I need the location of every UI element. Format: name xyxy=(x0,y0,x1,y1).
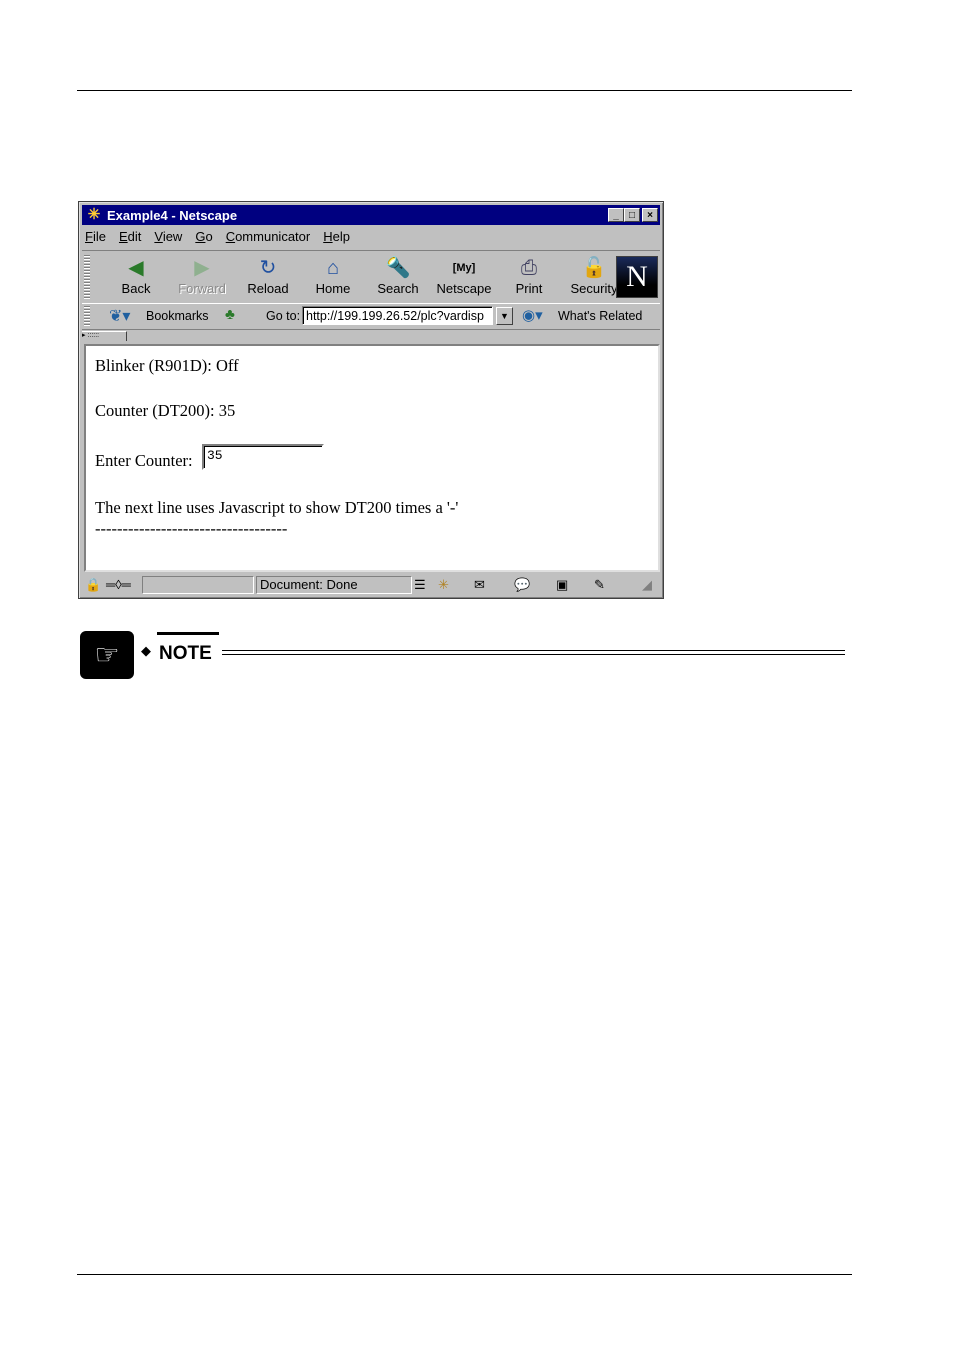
home-label: Home xyxy=(315,281,351,296)
diamond-icon: ◆ xyxy=(141,643,151,658)
discussions-icon[interactable]: 💬 xyxy=(514,576,530,594)
back-label: Back xyxy=(121,281,151,296)
forward-arrow-icon: ▶ xyxy=(194,257,210,279)
page-proxy-icon[interactable]: ♣ xyxy=(225,306,235,323)
mail-icon[interactable]: ✉ xyxy=(474,576,485,594)
my-netscape-button[interactable]: [My] Netscape xyxy=(432,255,496,301)
toolbar-grip[interactable] xyxy=(84,255,90,299)
search-label: Search xyxy=(377,281,419,296)
url-dropdown-button[interactable]: ▼ xyxy=(496,307,513,325)
collapsed-toolbar-tab[interactable]: ▸ :::::: xyxy=(82,331,127,341)
reload-button[interactable]: ↻ Reload xyxy=(236,255,300,301)
close-button[interactable]: × xyxy=(642,208,658,222)
menu-communicator[interactable]: Communicator xyxy=(226,229,311,247)
whats-related-icon[interactable]: ◉▾ xyxy=(522,306,543,324)
bookmarks-icon[interactable]: ❦▾ xyxy=(109,306,130,326)
menu-edit[interactable]: Edit xyxy=(119,229,141,247)
page-header-rule xyxy=(77,90,852,91)
enter-counter-label: Enter Counter: xyxy=(95,451,193,470)
composer-icon[interactable]: ▣ xyxy=(556,576,568,594)
menu-file[interactable]: File xyxy=(85,229,106,247)
menu-bar: File Edit View Go Communicator Help xyxy=(85,229,363,247)
counter-input[interactable]: 35 xyxy=(202,444,324,470)
status-separator-icon: ☰ xyxy=(414,577,426,592)
blinker-status: Blinker (R901D): Off xyxy=(95,356,239,375)
forward-button[interactable]: ▶ Forward xyxy=(170,255,234,301)
back-arrow-icon: ◀ xyxy=(128,257,144,279)
print-button[interactable]: ⎙ Print xyxy=(497,255,561,301)
note-rule xyxy=(222,650,845,651)
home-button[interactable]: ⌂ Home xyxy=(301,255,365,301)
title-bar: ✳ Example4 - Netscape _ □ × xyxy=(82,205,660,225)
menu-go[interactable]: Go xyxy=(195,229,212,247)
netscape-label: Netscape xyxy=(436,281,492,296)
search-button[interactable]: 🔦 Search xyxy=(366,255,430,301)
menu-help[interactable]: Help xyxy=(323,229,350,247)
my-netscape-icon: [My] xyxy=(452,262,476,274)
print-label: Print xyxy=(515,281,543,296)
navigation-toolbar: ◀ Back ▶ Forward ↻ Reload ⌂ Home 🔦 Searc… xyxy=(82,250,660,304)
counter-status: Counter (DT200): 35 xyxy=(95,401,236,420)
window-title: Example4 - Netscape xyxy=(107,207,238,223)
location-toolbar: ❦▾ Bookmarks ♣ Go to: http://199.199.26.… xyxy=(82,303,660,330)
location-grip[interactable] xyxy=(84,306,90,326)
netscape-window: ✳ Example4 - Netscape _ □ × File Edit Vi… xyxy=(78,201,664,599)
search-icon: 🔦 xyxy=(385,257,411,279)
minimize-button[interactable]: _ xyxy=(608,208,624,222)
status-bar: 🔒 ═◊═ Document: Done ☰ ✳ ✉ 💬 ▣ ✎ ◢ xyxy=(82,575,660,595)
url-input[interactable]: http://199.199.26.52/plc?vardisp xyxy=(302,306,493,325)
whats-related-button[interactable]: What's Related xyxy=(558,309,642,323)
netscape-logo[interactable]: N xyxy=(616,256,658,298)
note-heading: NOTE xyxy=(159,643,212,664)
printer-icon: ⎙ xyxy=(521,257,537,279)
reload-icon: ↻ xyxy=(259,257,277,279)
note-top-bar xyxy=(157,632,219,635)
resize-grip-icon[interactable]: ◢ xyxy=(642,576,652,594)
reload-label: Reload xyxy=(247,281,289,296)
forward-label: Forward xyxy=(178,281,226,296)
home-icon: ⌂ xyxy=(326,257,340,279)
menu-view[interactable]: View xyxy=(154,229,182,247)
pointing-hand-icon: ☞ xyxy=(80,631,134,679)
bookmarks-button[interactable]: Bookmarks xyxy=(146,309,209,323)
dash-line: ----------------------------------- xyxy=(95,519,288,538)
page-content: Blinker (R901D): Off Counter (DT200): 35… xyxy=(84,344,660,572)
javascript-note: The next line uses Javascript to show DT… xyxy=(95,498,459,517)
navigator-icon[interactable]: ✳ xyxy=(438,576,449,594)
status-text: Document: Done xyxy=(260,577,358,592)
maximize-button[interactable]: □ xyxy=(624,208,640,222)
progress-bar xyxy=(142,576,254,594)
security-lock-icon[interactable]: 🔒 xyxy=(85,576,101,594)
note-rule-double xyxy=(222,654,845,655)
page-footer-rule xyxy=(77,1274,852,1275)
netscape-app-icon: ✳ xyxy=(87,206,101,223)
goto-label: Go to: xyxy=(266,309,301,323)
back-button[interactable]: ◀ Back xyxy=(104,255,168,301)
connection-plug-icon[interactable]: ═◊═ xyxy=(106,576,131,594)
composer-pen-icon[interactable]: ✎ xyxy=(594,576,605,594)
